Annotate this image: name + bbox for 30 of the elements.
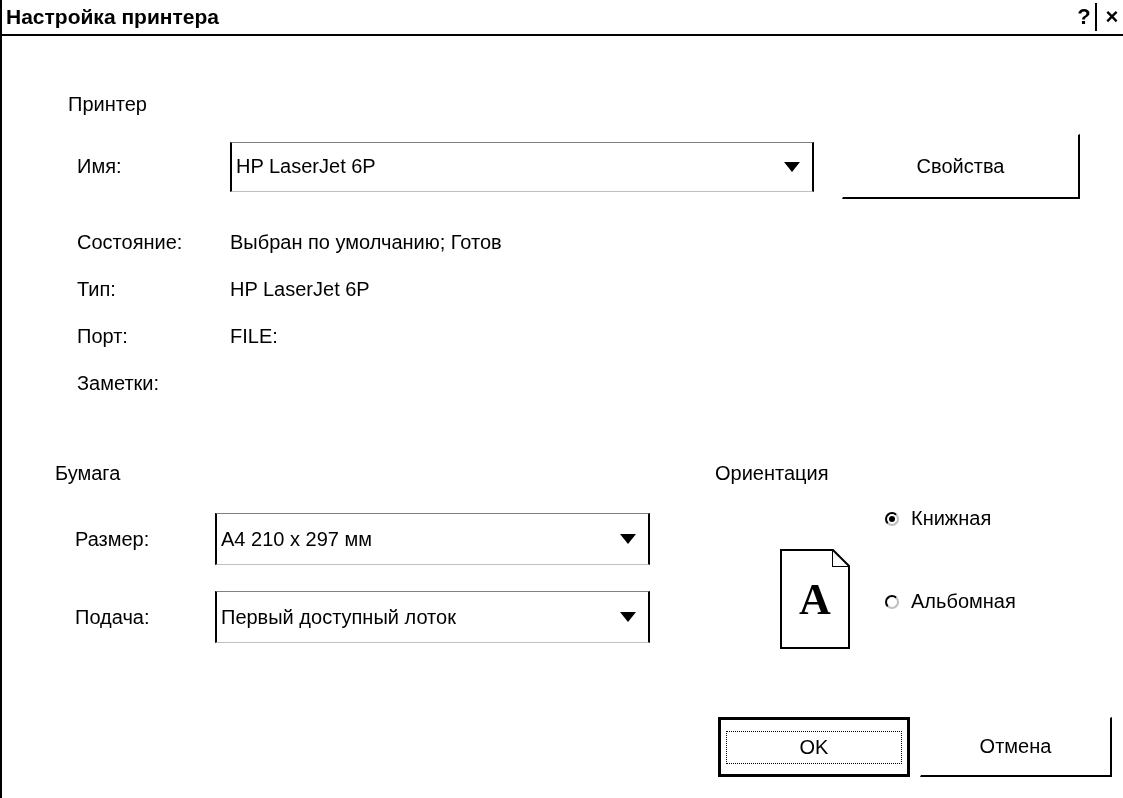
dropdown-arrow-icon: [620, 534, 636, 544]
radio-button[interactable]: [885, 511, 899, 526]
dropdown-arrow-icon: [784, 161, 800, 172]
window-title: Настройка принтера: [6, 5, 220, 29]
section-heading: Бумага: [55, 462, 122, 485]
info-label: Порт:: [77, 325, 129, 348]
cancel-button[interactable]: Отмена: [920, 717, 1112, 777]
dropdown-field[interactable]: HP LaserJet 6P: [230, 141, 814, 192]
info-label: Заметки:: [77, 372, 161, 395]
info-value: FILE:: [230, 325, 278, 348]
info-value: HP LaserJet 6P: [230, 278, 370, 301]
info-label: Состояние:: [77, 231, 184, 254]
radio-label: Альбомная: [911, 590, 1016, 613]
properties-button[interactable]: Свойства: [842, 134, 1080, 199]
info-label: Тип:: [77, 278, 117, 301]
radio-label: Книжная: [911, 507, 992, 530]
field-label: Имя:: [77, 155, 123, 178]
section-heading: Ориентация: [715, 462, 830, 485]
section-heading: Принтер: [68, 93, 148, 116]
page-letter: A: [799, 573, 831, 625]
close-button[interactable]: ×: [1101, 3, 1123, 31]
field-label: Подача:: [75, 605, 151, 629]
field-label: Размер:: [75, 527, 151, 551]
dropdown-arrow-icon: [620, 612, 636, 622]
ok-button[interactable]: OK: [718, 717, 910, 777]
radio-button[interactable]: [885, 594, 899, 609]
info-value: Выбран по умолчанию; Готов: [230, 231, 502, 254]
dropdown-field[interactable]: A4 210 x 297 мм: [215, 513, 650, 565]
dropdown-field[interactable]: Первый доступный лоток: [215, 591, 650, 643]
help-button[interactable]: ?: [1073, 3, 1097, 31]
